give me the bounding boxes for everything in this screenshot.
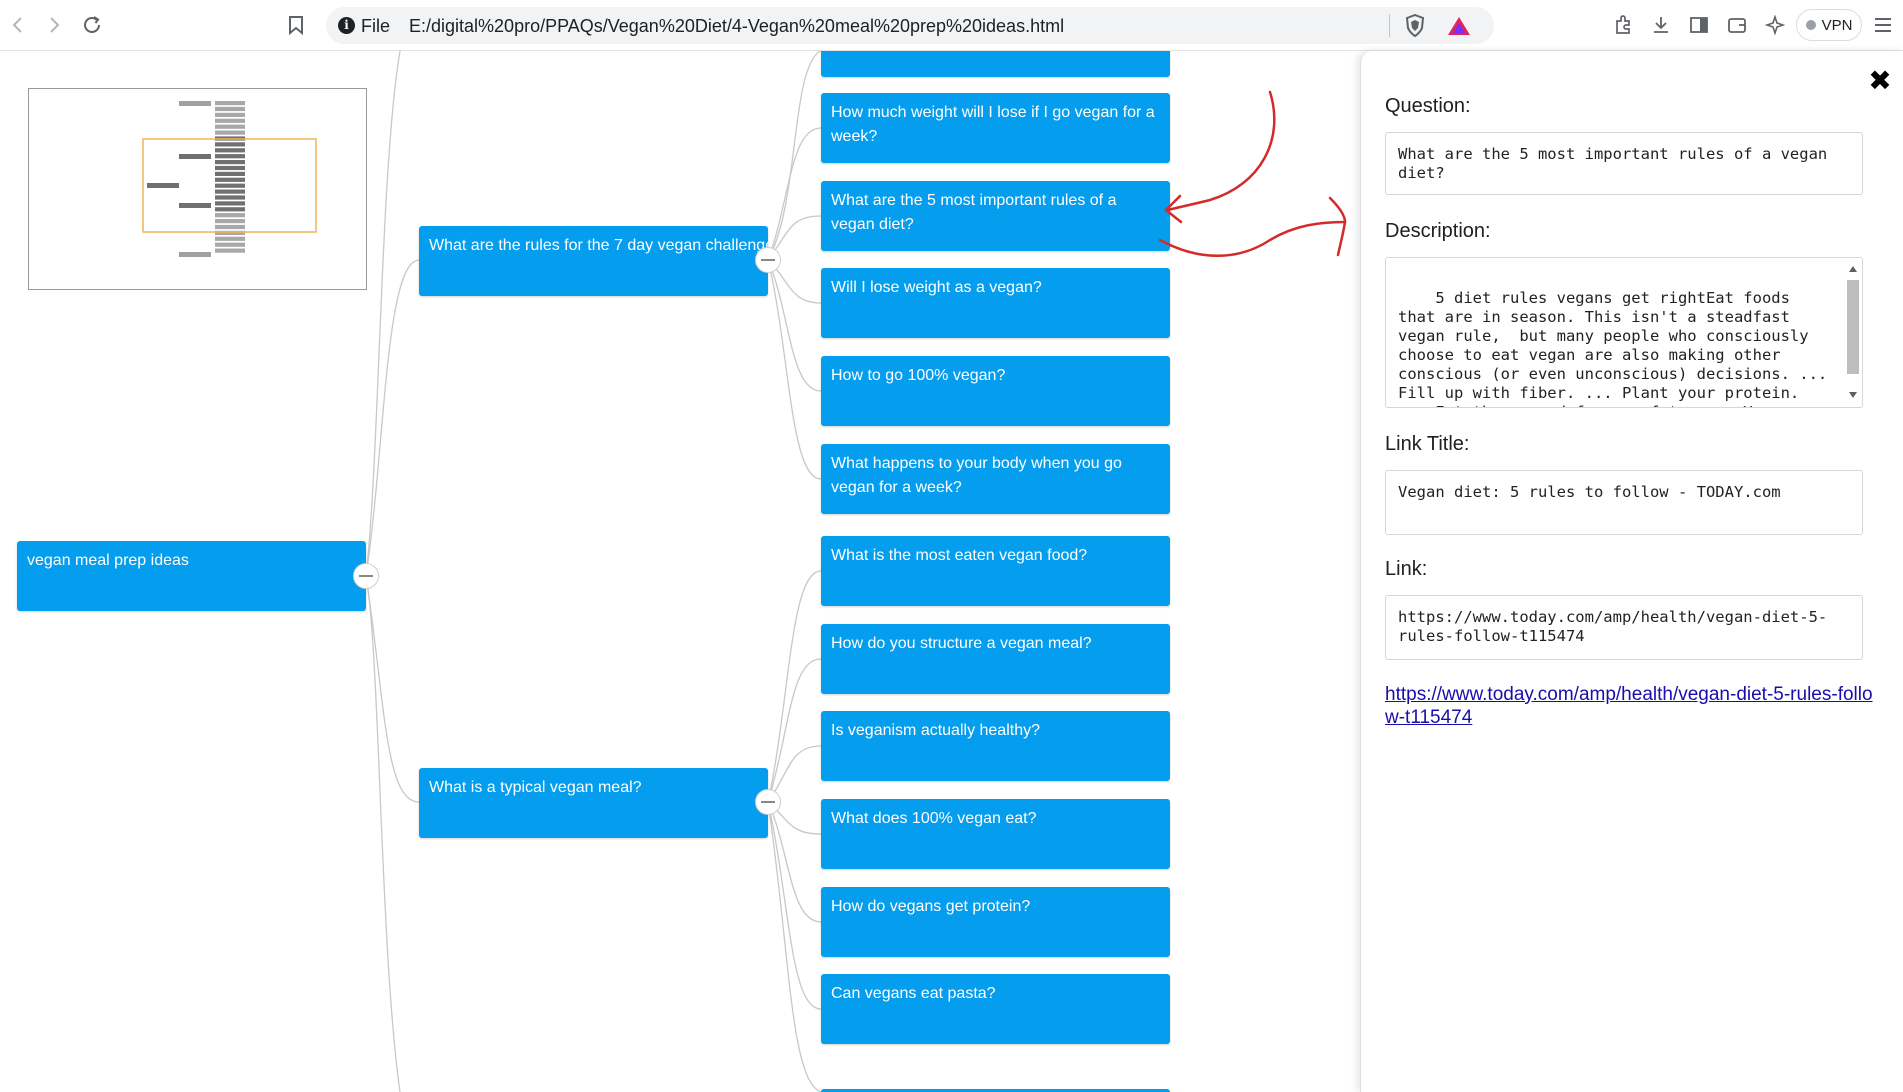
leaf-node[interactable]: Is veganism actually healthy? bbox=[821, 711, 1170, 781]
leaf-node-label: What is the most eaten vegan food? bbox=[831, 547, 1088, 564]
leaf-node-label: How do vegans get protein? bbox=[831, 898, 1031, 915]
minimap-leaf-mark bbox=[215, 195, 245, 200]
address-bar-divider bbox=[1389, 14, 1390, 37]
link-label: Link: bbox=[1385, 558, 1428, 580]
description-field[interactable]: 5 diet rules vegans get rightEat foods t… bbox=[1385, 257, 1863, 408]
bookmark-icon[interactable] bbox=[281, 10, 311, 40]
mindmap-minimap[interactable] bbox=[28, 88, 367, 290]
leo-ai-icon[interactable] bbox=[1760, 10, 1790, 40]
leaf-node-label: How do you structure a vegan meal? bbox=[831, 635, 1092, 652]
leaf-node[interactable]: Will I lose weight as a vegan? bbox=[821, 268, 1170, 338]
forward-icon[interactable] bbox=[39, 10, 69, 40]
minimap-leaf-mark bbox=[215, 106, 245, 112]
leaf-node-label: Can vegans eat pasta? bbox=[831, 985, 996, 1002]
link-field[interactable]: https://www.today.com/amp/health/vegan-d… bbox=[1385, 595, 1863, 660]
leaf-node-label: What are the 5 most important rules of a… bbox=[831, 192, 1117, 233]
url-text[interactable]: E:/digital%20pro/PPAQs/Vegan%20Diet/4-Ve… bbox=[409, 16, 1064, 37]
leaf-node[interactable]: How much weight will I lose if I go vega… bbox=[821, 93, 1170, 163]
minimap-leaf-mark bbox=[215, 142, 245, 147]
minimap-leaf-mark bbox=[215, 219, 245, 224]
leaf-node-label: How to go 100% vegan? bbox=[831, 367, 1006, 384]
vpn-button[interactable]: VPN bbox=[1796, 9, 1862, 41]
source-link[interactable]: https://www.today.com/amp/health/vegan-d… bbox=[1385, 683, 1875, 729]
sidebar-icon[interactable] bbox=[1684, 10, 1714, 40]
leaf-node[interactable]: Can vegans eat pasta? bbox=[821, 974, 1170, 1044]
leaf-node-selected[interactable]: What are the 5 most important rules of a… bbox=[821, 181, 1170, 251]
scroll-down-icon[interactable] bbox=[1849, 392, 1857, 398]
leaf-node[interactable]: How do vegans get protein? bbox=[821, 887, 1170, 957]
minimap-leaf-mark bbox=[215, 130, 245, 135]
question-field[interactable]: What are the 5 most important rules of a… bbox=[1385, 132, 1863, 195]
menu-icon[interactable] bbox=[1868, 10, 1898, 40]
minimap-leaf-mark bbox=[215, 207, 245, 212]
minimap-leaf-mark bbox=[215, 101, 245, 106]
mindmap-canvas[interactable]: vegan meal prep ideas What are the rules… bbox=[0, 51, 1360, 1092]
scroll-thumb[interactable] bbox=[1847, 280, 1859, 374]
branch-2-collapse-toggle[interactable] bbox=[755, 789, 781, 815]
leaf-node-label: What does 100% vegan eat? bbox=[831, 810, 1037, 827]
browser-toolbar: i File E:/digital%20pro/PPAQs/Vegan%20Di… bbox=[0, 0, 1903, 51]
leaf-node[interactable]: What happens to your body when you go ve… bbox=[821, 444, 1170, 514]
leaf-node[interactable]: What does 100% vegan eat? bbox=[821, 799, 1170, 869]
leaf-node-label: What happens to your body when you go ve… bbox=[831, 455, 1122, 496]
minimap-leaf-mark bbox=[215, 242, 245, 247]
leaf-node[interactable]: How do you structure a vegan meal? bbox=[821, 624, 1170, 694]
minimap-leaf-mark bbox=[215, 148, 245, 153]
minimap-leaf-mark bbox=[215, 112, 245, 117]
brave-rewards-icon[interactable] bbox=[1447, 16, 1471, 36]
link-title-field[interactable]: Vegan diet: 5 rules to follow - TODAY.co… bbox=[1385, 470, 1863, 535]
leaf-node-label: Will I lose weight as a vegan? bbox=[831, 279, 1042, 296]
question-label: Question: bbox=[1385, 95, 1471, 117]
mindmap-root-node[interactable]: vegan meal prep ideas bbox=[17, 541, 366, 611]
description-label: Description: bbox=[1385, 220, 1491, 242]
minimap-leaf-mark bbox=[215, 124, 245, 129]
leaf-node[interactable]: What is the most eaten vegan food? bbox=[821, 536, 1170, 606]
node-details-panel: ✖ Question: What are the 5 most importan… bbox=[1360, 51, 1903, 1092]
description-text: 5 diet rules vegans get rightEat foods t… bbox=[1398, 289, 1828, 407]
leaf-node-label: How much weight will I lose if I go vega… bbox=[831, 104, 1155, 145]
vpn-status-icon bbox=[1805, 20, 1816, 30]
extensions-icon[interactable] bbox=[1608, 10, 1638, 40]
vpn-label: VPN bbox=[1821, 16, 1853, 34]
info-icon[interactable]: i bbox=[338, 17, 355, 34]
download-icon[interactable] bbox=[1646, 10, 1676, 40]
link-title-label: Link Title: bbox=[1385, 433, 1470, 455]
minimap-leaf-mark bbox=[215, 201, 245, 206]
close-icon[interactable]: ✖ bbox=[1867, 67, 1893, 95]
minimap-leaf-mark bbox=[215, 171, 245, 176]
minimap-leaf-mark bbox=[215, 248, 245, 253]
minimap-leaf-mark bbox=[215, 213, 245, 218]
brave-shield-icon[interactable] bbox=[1404, 14, 1426, 37]
scroll-up-icon[interactable] bbox=[1849, 266, 1857, 272]
leaf-node-label: Is veganism actually healthy? bbox=[831, 722, 1040, 739]
minimap-leaf-mark bbox=[215, 189, 245, 194]
leaf-node[interactable]: How to go 100% vegan? bbox=[821, 356, 1170, 426]
branch-node-label: What is a typical vegan meal? bbox=[429, 779, 642, 796]
minimap-leaf-mark bbox=[215, 154, 245, 159]
minimap-leaf-mark bbox=[215, 224, 245, 230]
description-scrollbar[interactable] bbox=[1846, 262, 1860, 402]
minimap-leaf-mark bbox=[215, 177, 245, 182]
minimap-leaf-mark bbox=[215, 160, 245, 165]
root-node-label: vegan meal prep ideas bbox=[27, 552, 189, 569]
branch-node-7-day-challenge[interactable]: What are the rules for the 7 day vegan c… bbox=[419, 226, 768, 296]
back-icon[interactable] bbox=[3, 10, 33, 40]
protocol-label: File bbox=[361, 16, 391, 36]
reload-icon[interactable] bbox=[77, 10, 107, 40]
branch-1-collapse-toggle[interactable] bbox=[755, 247, 781, 273]
leaf-node[interactable] bbox=[821, 51, 1170, 77]
branch-node-typical-meal[interactable]: What is a typical vegan meal? bbox=[419, 768, 768, 838]
root-collapse-toggle[interactable] bbox=[353, 563, 379, 589]
address-bar[interactable]: i File E:/digital%20pro/PPAQs/Vegan%20Di… bbox=[326, 7, 1494, 44]
minimap-leaf-mark bbox=[215, 236, 245, 241]
branch-node-label: What are the rules for the 7 day vegan c… bbox=[429, 237, 768, 254]
minimap-leaf-mark bbox=[215, 118, 245, 123]
wallet-icon[interactable] bbox=[1722, 10, 1752, 40]
minimap-leaf-mark bbox=[215, 165, 245, 171]
minimap-leaf-mark bbox=[215, 183, 245, 188]
